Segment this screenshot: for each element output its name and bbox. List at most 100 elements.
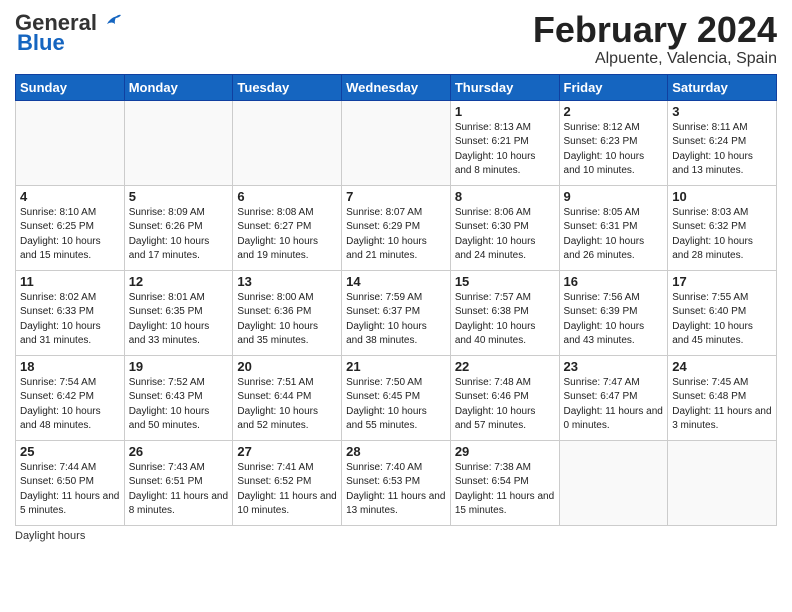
table-row: 21 Sunrise: 7:50 AM Sunset: 6:45 PM Dayli… bbox=[342, 355, 451, 440]
calendar-table: Sunday Monday Tuesday Wednesday Thursday… bbox=[15, 74, 777, 526]
day-number: 9 bbox=[564, 189, 664, 204]
day-number: 8 bbox=[455, 189, 555, 204]
day-info: Sunrise: 8:05 AM Sunset: 6:31 PM Dayligh… bbox=[564, 206, 664, 264]
day-info: Sunrise: 8:02 AM Sunset: 6:33 PM Dayligh… bbox=[20, 291, 120, 349]
day-info: Sunrise: 8:09 AM Sunset: 6:26 PM Dayligh… bbox=[129, 206, 229, 264]
day-number: 11 bbox=[20, 274, 120, 289]
day-info: Sunrise: 8:01 AM Sunset: 6:35 PM Dayligh… bbox=[129, 291, 229, 349]
day-info: Sunrise: 7:59 AM Sunset: 6:37 PM Dayligh… bbox=[346, 291, 446, 349]
table-row: 1 Sunrise: 8:13 AM Sunset: 6:21 PM Daylig… bbox=[450, 100, 559, 185]
day-number: 4 bbox=[20, 189, 120, 204]
header: General Blue February 2024 Alpuente, Val… bbox=[15, 10, 777, 68]
day-info: Sunrise: 7:56 AM Sunset: 6:39 PM Dayligh… bbox=[564, 291, 664, 349]
table-row: 11 Sunrise: 8:02 AM Sunset: 6:33 PM Dayli… bbox=[16, 270, 125, 355]
day-number: 12 bbox=[129, 274, 229, 289]
table-row: 27Sunrise: 7:41 AM Sunset: 6:52 PM Dayli… bbox=[233, 440, 342, 525]
calendar-week-row: 1 Sunrise: 8:13 AM Sunset: 6:21 PM Daylig… bbox=[16, 100, 777, 185]
col-friday: Friday bbox=[559, 74, 668, 100]
table-row: 20 Sunrise: 7:51 AM Sunset: 6:44 PM Dayli… bbox=[233, 355, 342, 440]
day-number: 10 bbox=[672, 189, 772, 204]
table-row: 26 Sunrise: 7:43 AM Sunset: 6:51 PM Dayli… bbox=[124, 440, 233, 525]
table-row bbox=[668, 440, 777, 525]
day-info: Sunrise: 8:00 AM Sunset: 6:36 PM Dayligh… bbox=[237, 291, 337, 349]
table-row bbox=[233, 100, 342, 185]
day-info: Sunrise: 7:57 AM Sunset: 6:38 PM Dayligh… bbox=[455, 291, 555, 349]
day-info: Sunrise: 7:44 AM Sunset: 6:50 PM Dayligh… bbox=[20, 461, 120, 519]
table-row: 18Sunrise: 7:54 AM Sunset: 6:42 PM Dayli… bbox=[16, 355, 125, 440]
day-info: Sunrise: 7:41 AM Sunset: 6:52 PM Dayligh… bbox=[237, 461, 337, 519]
table-row: 24Sunrise: 7:45 AM Sunset: 6:48 PM Dayli… bbox=[668, 355, 777, 440]
day-number: 28 bbox=[346, 444, 446, 459]
calendar-week-row: 11 Sunrise: 8:02 AM Sunset: 6:33 PM Dayli… bbox=[16, 270, 777, 355]
col-thursday: Thursday bbox=[450, 74, 559, 100]
day-info: Sunrise: 7:50 AM Sunset: 6:45 PM Dayligh… bbox=[346, 376, 446, 434]
day-number: 25 bbox=[20, 444, 120, 459]
table-row: 4 Sunrise: 8:10 AM Sunset: 6:25 PM Daylig… bbox=[16, 185, 125, 270]
day-number: 17 bbox=[672, 274, 772, 289]
day-number: 19 bbox=[129, 359, 229, 374]
day-info: Sunrise: 7:47 AM Sunset: 6:47 PM Dayligh… bbox=[564, 376, 664, 434]
logo-bird-icon bbox=[99, 10, 121, 32]
table-row bbox=[342, 100, 451, 185]
day-info: Sunrise: 8:03 AM Sunset: 6:32 PM Dayligh… bbox=[672, 206, 772, 264]
day-info: Sunrise: 7:52 AM Sunset: 6:43 PM Dayligh… bbox=[129, 376, 229, 434]
calendar-header-row: Sunday Monday Tuesday Wednesday Thursday… bbox=[16, 74, 777, 100]
table-row: 13Sunrise: 8:00 AM Sunset: 6:36 PM Dayli… bbox=[233, 270, 342, 355]
day-number: 18 bbox=[20, 359, 120, 374]
table-row: 23 Sunrise: 7:47 AM Sunset: 6:47 PM Dayli… bbox=[559, 355, 668, 440]
col-sunday: Sunday bbox=[16, 74, 125, 100]
table-row: 5 Sunrise: 8:09 AM Sunset: 6:26 PM Daylig… bbox=[124, 185, 233, 270]
table-row: 15 Sunrise: 7:57 AM Sunset: 6:38 PM Dayli… bbox=[450, 270, 559, 355]
day-info: Sunrise: 8:13 AM Sunset: 6:21 PM Dayligh… bbox=[455, 121, 555, 179]
day-number: 6 bbox=[237, 189, 337, 204]
day-number: 23 bbox=[564, 359, 664, 374]
table-row: 12 Sunrise: 8:01 AM Sunset: 6:35 PM Dayli… bbox=[124, 270, 233, 355]
day-info: Sunrise: 7:45 AM Sunset: 6:48 PM Dayligh… bbox=[672, 376, 772, 434]
table-row bbox=[124, 100, 233, 185]
table-row: 22Sunrise: 7:48 AM Sunset: 6:46 PM Dayli… bbox=[450, 355, 559, 440]
calendar-week-row: 25 Sunrise: 7:44 AM Sunset: 6:50 PM Dayli… bbox=[16, 440, 777, 525]
logo: General Blue bbox=[15, 10, 121, 56]
table-row bbox=[559, 440, 668, 525]
day-number: 15 bbox=[455, 274, 555, 289]
col-tuesday: Tuesday bbox=[233, 74, 342, 100]
calendar-week-row: 18Sunrise: 7:54 AM Sunset: 6:42 PM Dayli… bbox=[16, 355, 777, 440]
table-row: 9 Sunrise: 8:05 AM Sunset: 6:31 PM Daylig… bbox=[559, 185, 668, 270]
day-number: 21 bbox=[346, 359, 446, 374]
day-info: Sunrise: 8:07 AM Sunset: 6:29 PM Dayligh… bbox=[346, 206, 446, 264]
day-number: 1 bbox=[455, 104, 555, 119]
table-row: 6Sunrise: 8:08 AM Sunset: 6:27 PM Daylig… bbox=[233, 185, 342, 270]
title-block: February 2024 Alpuente, Valencia, Spain bbox=[533, 10, 777, 68]
day-number: 7 bbox=[346, 189, 446, 204]
col-wednesday: Wednesday bbox=[342, 74, 451, 100]
table-row: 2Sunrise: 8:12 AM Sunset: 6:23 PM Daylig… bbox=[559, 100, 668, 185]
day-info: Sunrise: 8:10 AM Sunset: 6:25 PM Dayligh… bbox=[20, 206, 120, 264]
day-info: Sunrise: 7:43 AM Sunset: 6:51 PM Dayligh… bbox=[129, 461, 229, 519]
footer-text: Daylight hours bbox=[15, 530, 85, 542]
day-info: Sunrise: 8:12 AM Sunset: 6:23 PM Dayligh… bbox=[564, 121, 664, 179]
table-row: 10 Sunrise: 8:03 AM Sunset: 6:32 PM Dayli… bbox=[668, 185, 777, 270]
table-row: 17 Sunrise: 7:55 AM Sunset: 6:40 PM Dayli… bbox=[668, 270, 777, 355]
day-number: 26 bbox=[129, 444, 229, 459]
table-row: 16Sunrise: 7:56 AM Sunset: 6:39 PM Dayli… bbox=[559, 270, 668, 355]
table-row bbox=[16, 100, 125, 185]
day-info: Sunrise: 7:48 AM Sunset: 6:46 PM Dayligh… bbox=[455, 376, 555, 434]
day-number: 3 bbox=[672, 104, 772, 119]
table-row: 8Sunrise: 8:06 AM Sunset: 6:30 PM Daylig… bbox=[450, 185, 559, 270]
day-number: 14 bbox=[346, 274, 446, 289]
day-number: 5 bbox=[129, 189, 229, 204]
calendar-title: February 2024 bbox=[533, 10, 777, 50]
day-info: Sunrise: 7:55 AM Sunset: 6:40 PM Dayligh… bbox=[672, 291, 772, 349]
table-row: 29 Sunrise: 7:38 AM Sunset: 6:54 PM Dayli… bbox=[450, 440, 559, 525]
calendar-week-row: 4 Sunrise: 8:10 AM Sunset: 6:25 PM Daylig… bbox=[16, 185, 777, 270]
day-number: 20 bbox=[237, 359, 337, 374]
table-row: 19 Sunrise: 7:52 AM Sunset: 6:43 PM Dayli… bbox=[124, 355, 233, 440]
day-info: Sunrise: 8:11 AM Sunset: 6:24 PM Dayligh… bbox=[672, 121, 772, 179]
day-number: 29 bbox=[455, 444, 555, 459]
day-info: Sunrise: 7:38 AM Sunset: 6:54 PM Dayligh… bbox=[455, 461, 555, 519]
col-monday: Monday bbox=[124, 74, 233, 100]
table-row: 7 Sunrise: 8:07 AM Sunset: 6:29 PM Daylig… bbox=[342, 185, 451, 270]
logo-blue-text: Blue bbox=[17, 30, 65, 56]
day-info: Sunrise: 7:40 AM Sunset: 6:53 PM Dayligh… bbox=[346, 461, 446, 519]
day-info: Sunrise: 7:51 AM Sunset: 6:44 PM Dayligh… bbox=[237, 376, 337, 434]
